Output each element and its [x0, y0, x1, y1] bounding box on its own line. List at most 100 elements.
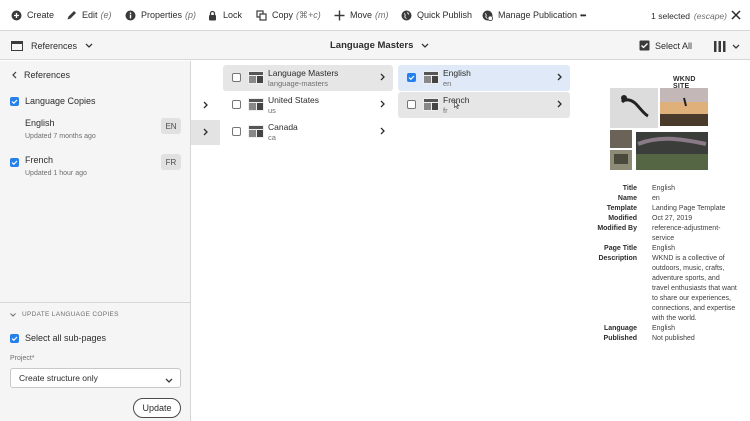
checkbox-icon[interactable] [407, 100, 416, 109]
edit-button[interactable]: Edit (e) [66, 0, 112, 31]
update-header-label: UPDATE LANGUAGE COPIES [22, 311, 119, 318]
edit-pencil-icon [66, 10, 77, 21]
chevron-left-icon [12, 71, 17, 79]
create-label: Create [27, 10, 55, 20]
rail-toggle-icon [11, 40, 23, 51]
chevron-down-icon [165, 375, 173, 385]
select-all-subpages-checkbox[interactable]: Select all sub-pages [10, 333, 106, 343]
language-code-badge: FR [161, 154, 181, 170]
meta-key: Description [598, 255, 637, 262]
project-select[interactable]: Create structure only [10, 368, 181, 388]
chevron-right-icon [203, 128, 208, 138]
selected-count: 1 selected [651, 10, 690, 21]
meta-row: Name en [560, 194, 750, 204]
column-item[interactable]: Language Masters language-masters [223, 65, 393, 91]
edit-shortcut: (e) [100, 10, 112, 20]
copy-button[interactable]: Copy (⌘+c) [256, 0, 321, 31]
page-thumbnail-icon [423, 71, 439, 84]
page-title-label: Language Masters [330, 40, 414, 51]
select-all-icon [639, 40, 650, 51]
properties-label: Properties [141, 10, 183, 20]
chevron-right-icon [380, 73, 385, 83]
mouse-cursor-icon [454, 100, 460, 111]
back-label: References [24, 70, 71, 80]
select-all-label: Select All [654, 40, 692, 51]
checkbox-icon[interactable] [232, 100, 241, 109]
chevron-down-icon [10, 312, 16, 317]
meta-value: English [652, 245, 675, 252]
copy-label: Copy [272, 10, 294, 20]
language-name: English [25, 118, 55, 128]
move-shortcut: (m) [375, 10, 389, 20]
lock-label: Lock [223, 10, 243, 20]
page-thumbnail-icon [248, 98, 264, 111]
column-item[interactable]: United States us [223, 92, 393, 118]
root-item[interactable] [191, 93, 220, 118]
view-switcher[interactable] [714, 39, 740, 53]
item-title: Language Masters [268, 68, 339, 78]
create-button[interactable]: Create [11, 0, 54, 31]
rail-label: References [31, 40, 78, 51]
page-thumbnail-icon [248, 125, 264, 138]
preview-image [610, 88, 708, 170]
update-language-copies-header[interactable]: UPDATE LANGUAGE COPIES [10, 311, 119, 318]
manage-publication-label: Manage Publication [498, 10, 578, 20]
page-properties: Title English Name en Template Landing P… [560, 184, 750, 344]
meta-key: Template [606, 205, 637, 212]
select-all-button[interactable]: Select All [639, 31, 692, 60]
chevron-right-icon [557, 100, 562, 110]
divider [0, 302, 190, 303]
add-circle-icon [11, 10, 22, 21]
column-item[interactable]: Canada ca [223, 119, 393, 145]
checkbox-icon[interactable] [232, 73, 241, 82]
move-button[interactable]: Move (m) [334, 0, 389, 31]
meta-row: Published Not published [560, 334, 750, 344]
page-thumbnail-icon [423, 98, 439, 111]
meta-row: Modified Oct 27, 2019 [560, 214, 750, 224]
manage-publication-button[interactable]: Manage Publication [482, 0, 577, 31]
globe-clock-icon [482, 10, 493, 21]
back-to-references[interactable]: References [12, 70, 70, 80]
checkbox-checked-icon [10, 333, 19, 343]
checkbox-checked-icon[interactable] [10, 158, 19, 167]
checkbox-checked-icon[interactable] [407, 73, 416, 82]
copy-shortcut: (⌘+c) [296, 9, 321, 20]
meta-value: reference-adjustment-service [652, 225, 721, 242]
column-item-selected[interactable]: English en [398, 65, 570, 91]
column-item[interactable]: French fr [398, 92, 570, 118]
checkbox-icon[interactable] [232, 127, 241, 136]
checkbox-checked-icon [10, 96, 19, 106]
close-icon[interactable] [730, 9, 742, 21]
lock-button[interactable]: Lock [207, 0, 242, 31]
meta-row: Page Title English [560, 244, 750, 254]
item-name: en [443, 79, 452, 88]
meta-key: Language [603, 325, 637, 332]
move-label: Move [350, 10, 373, 20]
language-updated: Updated 7 months ago [25, 133, 96, 140]
chevron-down-icon [85, 43, 93, 48]
page-title[interactable]: Language Masters [330, 31, 429, 60]
root-column [191, 61, 220, 421]
properties-button[interactable]: Properties (p) [125, 0, 196, 31]
item-title: Canada [268, 122, 298, 132]
project-value: Create structure only [19, 373, 98, 383]
language-copies-checkbox[interactable]: Language Copies [10, 96, 96, 106]
move-icon [334, 10, 345, 21]
meta-value: WKND is a collective of outdoors, music,… [652, 255, 737, 322]
meta-key: Title [622, 185, 637, 192]
more-actions-button[interactable]: ••• [580, 0, 586, 31]
meta-value: English [652, 325, 675, 332]
item-name: us [268, 106, 276, 115]
properties-shortcut: (p) [185, 10, 197, 20]
root-item-selected[interactable] [191, 120, 220, 145]
rail-selector[interactable]: References [11, 31, 93, 60]
item-name: language-masters [268, 79, 329, 88]
item-title: United States [268, 95, 320, 105]
meta-key: Published [603, 335, 637, 342]
select-subpages-label: Select all sub-pages [25, 333, 107, 343]
meta-key: Modified By [597, 225, 637, 232]
update-button[interactable]: Update [133, 398, 181, 418]
quick-publish-button[interactable]: Quick Publish [401, 0, 472, 31]
meta-row: Description WKND is a collective of outd… [560, 254, 750, 324]
meta-key: Modified [608, 215, 637, 222]
